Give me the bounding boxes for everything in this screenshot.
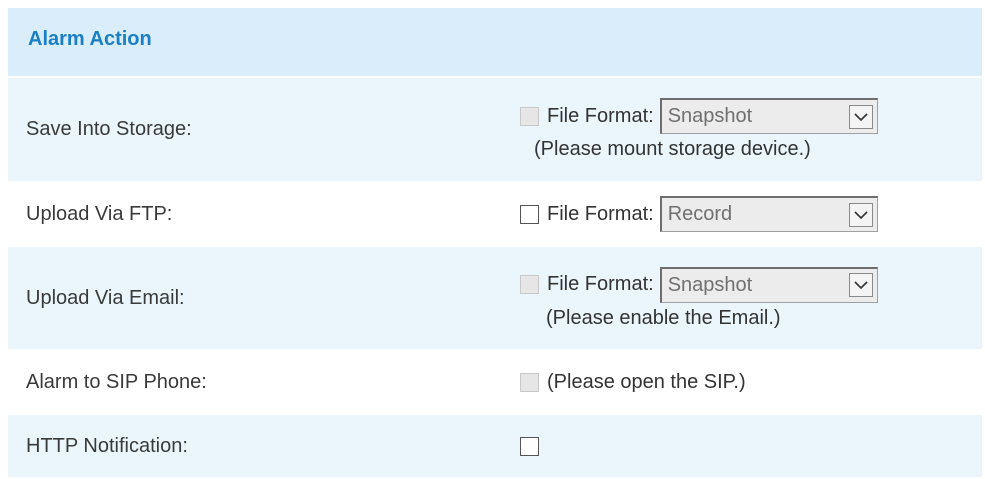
- select-value: Record: [667, 203, 733, 225]
- row-http-notification: HTTP Notification:: [8, 415, 982, 479]
- row-controls: File Format: Record: [498, 196, 982, 232]
- upload-via-ftp-checkbox[interactable]: [520, 204, 539, 224]
- alarm-action-panel: Alarm Action Save Into Storage: File For…: [8, 8, 982, 479]
- row-controls: File Format: Snapshot (Please enable the…: [498, 266, 982, 330]
- row-controls: (Please open the SIP.): [498, 371, 982, 394]
- chevron-down-icon[interactable]: [848, 202, 873, 227]
- section-header: Alarm Action: [8, 8, 982, 78]
- alarm-to-sip-phone-checkbox: [520, 372, 539, 392]
- upload-via-email-checkbox: [520, 275, 539, 294]
- row-controls: [498, 436, 982, 456]
- file-format-label: File Format:: [547, 104, 654, 127]
- chevron-down-icon: [848, 104, 873, 129]
- upload-via-email-file-format-select: Snapshot: [659, 266, 878, 303]
- file-format-label: File Format:: [547, 273, 654, 295]
- email-hint: (Please enable the Email.): [546, 306, 781, 329]
- row-upload-via-email: Upload Via Email: File Format: Snapshot …: [8, 247, 982, 351]
- row-alarm-to-sip-phone: Alarm to SIP Phone: (Please open the SIP…: [8, 351, 982, 415]
- save-into-storage-checkbox: [520, 106, 539, 126]
- row-label: Upload Via FTP:: [26, 202, 173, 225]
- file-format-label: File Format:: [547, 202, 654, 225]
- select-value: Snapshot: [667, 273, 753, 296]
- save-into-storage-file-format-select: Snapshot: [659, 98, 878, 134]
- row-label: Upload Via Email:: [26, 286, 185, 309]
- upload-via-ftp-file-format-select[interactable]: Record: [659, 196, 878, 232]
- http-notification-checkbox[interactable]: [520, 436, 539, 456]
- section-title: Alarm Action: [28, 27, 152, 50]
- row-controls: File Format: Snapshot (Please mount stor…: [498, 98, 982, 161]
- storage-hint: (Please mount storage device.): [534, 138, 811, 160]
- row-upload-via-ftp: Upload Via FTP: File Format: Record: [8, 183, 982, 247]
- row-label: Save Into Storage:: [26, 118, 192, 140]
- row-label: Alarm to SIP Phone:: [26, 370, 207, 393]
- select-value: Snapshot: [667, 105, 753, 127]
- chevron-down-icon: [848, 273, 873, 297]
- row-label: HTTP Notification:: [26, 434, 188, 457]
- sip-hint: (Please open the SIP.): [547, 370, 746, 393]
- row-save-into-storage: Save Into Storage: File Format: Snapshot…: [8, 78, 982, 183]
